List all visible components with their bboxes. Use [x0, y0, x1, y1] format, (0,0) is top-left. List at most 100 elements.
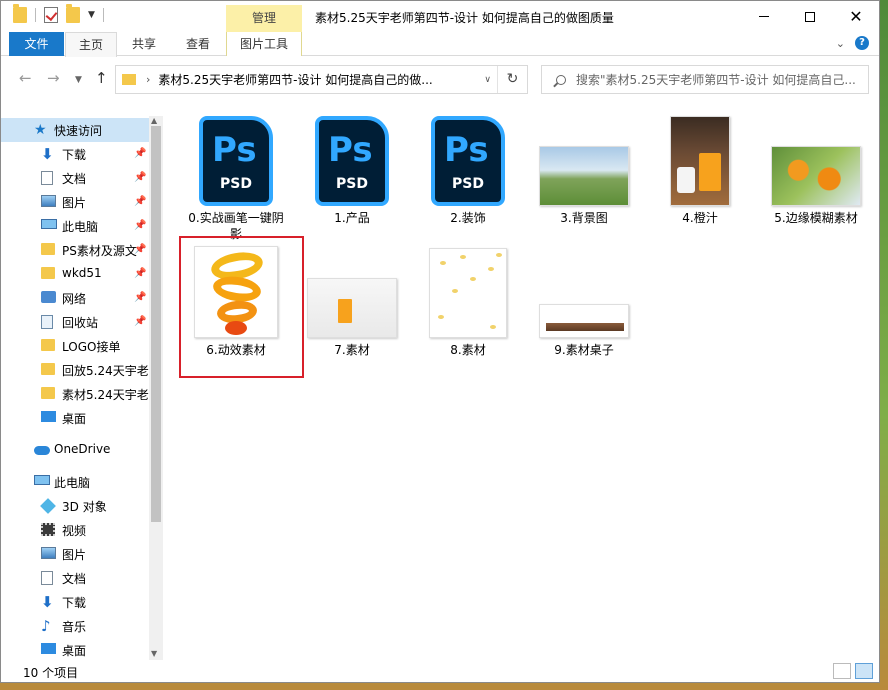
sidebar-item-logo-orders[interactable]: LOGO接单	[1, 334, 149, 358]
sidebar-item-downloads[interactable]: ⬇ 下载 📌	[1, 142, 149, 166]
sidebar-item-label: 3D 对象	[62, 500, 107, 514]
thumbnail: Ps PSD	[412, 110, 524, 206]
pin-icon[interactable]: 📌	[134, 268, 146, 279]
search-box[interactable]: 搜索"素材5.25天宇老师第四节-设计 如何提高自己...	[541, 65, 869, 94]
sidebar-item-pc-documents[interactable]: 文档	[1, 566, 149, 590]
thumbnail	[760, 110, 872, 206]
view-switcher	[833, 663, 873, 679]
help-icon[interactable]: ?	[855, 36, 869, 50]
back-button[interactable]: ←	[19, 69, 32, 87]
customize-toolbar-chevron-icon[interactable]: ▼	[88, 10, 95, 20]
sidebar-item-label: 桌面	[62, 412, 87, 426]
file-item[interactable]: 8.素材	[412, 242, 524, 358]
sidebar-item-materials-5-24[interactable]: 素材5.24天宇老!	[1, 382, 149, 406]
recent-locations-chevron-icon[interactable]: ▼	[75, 75, 82, 85]
tab-picture-tools[interactable]: 图片工具	[226, 32, 302, 56]
floating-leaves-thumbnail	[429, 248, 507, 338]
tab-share[interactable]: 共享	[118, 32, 170, 56]
3d-objects-icon	[40, 498, 56, 514]
file-item[interactable]: 5.边缘模糊素材	[760, 110, 872, 226]
desktop-icon	[41, 643, 56, 654]
expand-ribbon-chevron-icon[interactable]: ⌄	[836, 37, 845, 50]
pin-icon[interactable]: 📌	[134, 148, 146, 159]
pin-icon[interactable]: 📌	[134, 220, 146, 231]
address-history-chevron-icon[interactable]: ∨	[484, 75, 491, 85]
pin-icon[interactable]: 📌	[134, 292, 146, 303]
sidebar-item-label: 下载	[62, 148, 87, 162]
sidebar-item-desktop[interactable]: 桌面	[1, 406, 149, 430]
pin-icon[interactable]: 📌	[134, 196, 146, 207]
picture-icon	[41, 547, 56, 559]
title-bar: ▼ 管理 素材5.25天宇老师第四节-设计 如何提高自己的做图质量 ✕	[1, 1, 879, 32]
file-item[interactable]: 9.素材桌子	[528, 242, 640, 358]
file-explorer-window: ▼ 管理 素材5.25天宇老师第四节-设计 如何提高自己的做图质量 ✕ 文件 主…	[0, 0, 880, 683]
sidebar-scrollbar[interactable]: ▲ ▼	[149, 116, 163, 660]
file-item[interactable]: 7.素材	[296, 242, 408, 358]
ribbon-tabs: 文件 主页 共享 查看 图片工具 ⌄ ?	[1, 32, 879, 57]
sidebar-item-replay-5-24[interactable]: 回放5.24天宇老!	[1, 358, 149, 382]
new-folder-icon[interactable]	[66, 4, 80, 23]
sidebar-item-quick-access[interactable]: ★ 快速访问	[1, 118, 149, 142]
scroll-down-icon[interactable]: ▼	[151, 649, 157, 658]
pin-icon[interactable]: 📌	[134, 316, 146, 327]
minimize-button[interactable]	[741, 1, 787, 32]
sidebar-item-ps-materials[interactable]: PS素材及源文 📌	[1, 238, 149, 262]
document-icon	[41, 171, 53, 185]
sidebar-item-label: 桌面	[62, 644, 87, 658]
sidebar-item-label: 下载	[62, 596, 87, 610]
file-item[interactable]: Ps PSD 2.装饰	[412, 110, 524, 226]
thumbnail: Ps PSD	[296, 110, 408, 206]
file-item[interactable]: Ps PSD 0.实战画笔一键阴影	[180, 110, 292, 242]
file-item[interactable]: Ps PSD 1.产品	[296, 110, 408, 226]
psd-label: PSD	[336, 176, 368, 192]
sidebar-item-pictures[interactable]: 图片 📌	[1, 190, 149, 214]
refresh-button[interactable]: ↻	[497, 66, 527, 93]
sidebar-item-this-pc[interactable]: 此电脑 📌	[1, 214, 149, 238]
sidebar-item-recycle-bin[interactable]: 回收站 📌	[1, 310, 149, 334]
scroll-up-icon[interactable]: ▲	[151, 116, 157, 125]
sidebar-item-this-pc-root[interactable]: 此电脑	[1, 470, 149, 494]
pin-icon[interactable]: 📌	[134, 172, 146, 183]
sidebar-item-documents[interactable]: 文档 📌	[1, 166, 149, 190]
large-icons-view-icon[interactable]	[855, 663, 873, 679]
thumbnail	[528, 110, 640, 206]
address-path[interactable]: 素材5.25天宇老师第四节-设计 如何提高自己的做...	[158, 71, 458, 88]
window-title: 素材5.25天宇老师第四节-设计 如何提高自己的做图质量	[315, 11, 614, 25]
tab-home[interactable]: 主页	[65, 32, 117, 57]
ribbon-tools: ⌄ ?	[836, 36, 869, 50]
file-item[interactable]: 3.背景图	[528, 110, 640, 226]
file-name: 7.素材	[334, 343, 370, 357]
sidebar-item-pc-downloads[interactable]: ⬇ 下载	[1, 590, 149, 614]
breadcrumb-chevron-icon[interactable]: ›	[146, 73, 150, 86]
scrollbar-thumb[interactable]	[151, 126, 161, 522]
properties-icon[interactable]	[44, 7, 58, 23]
search-input[interactable]: 搜索"素材5.25天宇老师第四节-设计 如何提高自己...	[576, 71, 861, 88]
landscape-thumbnail	[539, 146, 629, 206]
maximize-button[interactable]	[787, 1, 833, 32]
file-name: 9.素材桌子	[554, 343, 614, 357]
contextual-tab-manage[interactable]: 管理	[226, 5, 302, 32]
sidebar-item-wkd51[interactable]: wkd51 📌	[1, 262, 149, 286]
thumbnail	[296, 242, 408, 338]
sidebar-item-onedrive[interactable]: OneDrive	[1, 438, 149, 462]
file-item[interactable]: 4.橙汁	[644, 110, 756, 226]
recycle-bin-icon	[41, 315, 53, 329]
pin-icon[interactable]: 📌	[134, 244, 146, 255]
forward-button[interactable]: →	[47, 69, 60, 87]
up-button[interactable]: ↑	[95, 69, 108, 87]
tab-file[interactable]: 文件	[9, 32, 64, 56]
tab-view[interactable]: 查看	[171, 32, 225, 56]
close-button[interactable]: ✕	[833, 1, 879, 32]
address-bar[interactable]: › 素材5.25天宇老师第四节-设计 如何提高自己的做... ∨ ↻	[115, 65, 528, 94]
item-count: 10 个项目	[23, 666, 79, 680]
details-view-icon[interactable]	[833, 663, 851, 679]
sidebar-item-videos[interactable]: 视频	[1, 518, 149, 542]
sidebar-item-pc-desktop[interactable]: 桌面	[1, 638, 149, 662]
sidebar-item-network[interactable]: 网络 📌	[1, 286, 149, 310]
sidebar-item-pc-pictures[interactable]: 图片	[1, 542, 149, 566]
sidebar-item-music[interactable]: ♪ 音乐	[1, 614, 149, 638]
ps-logo-text: Ps	[444, 130, 489, 170]
sidebar-item-label: 快速访问	[54, 124, 103, 138]
sidebar-item-label: 文档	[62, 172, 87, 186]
sidebar-item-3d-objects[interactable]: 3D 对象	[1, 494, 149, 518]
